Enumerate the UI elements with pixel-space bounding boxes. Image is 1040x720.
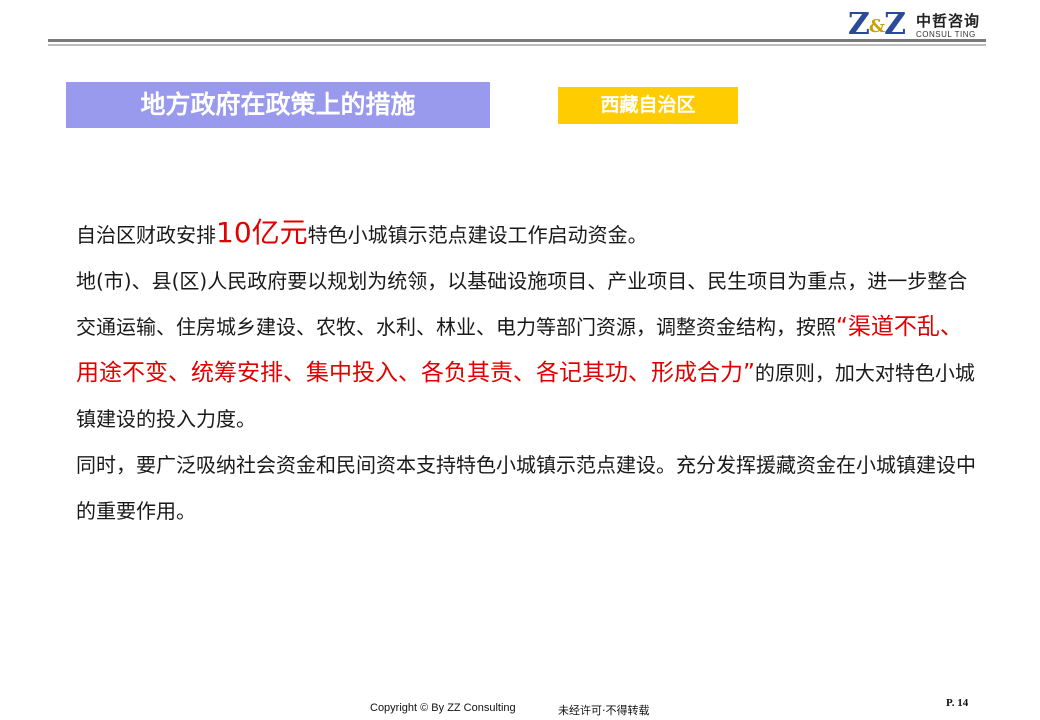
text: 地(市)、县(区)人民政府要以规划为统领，以基础设施项目、产业项目、民生项目为重… <box>76 269 968 339</box>
region-badge: 西藏自治区 <box>558 87 738 124</box>
slide-title: 地方政府在政策上的措施 <box>66 82 490 128</box>
text: 自治区财政安排 <box>76 223 216 247</box>
header-divider-dark <box>48 39 986 42</box>
logo-english-name: CONSUL TING <box>916 30 976 39</box>
funding-amount: 10亿元 <box>216 216 308 249</box>
footer-notice: 未经许可·不得转载 <box>558 704 650 717</box>
header-divider-light <box>48 44 986 46</box>
footer-copyright: Copyright © By ZZ Consulting <box>370 702 516 714</box>
page-number: P. 14 <box>946 697 969 709</box>
paragraph-social-capital: 同时，要广泛吸纳社会资金和民间资本支持特色小城镇示范点建设。充分发挥援藏资金在小… <box>76 453 976 523</box>
logo-chinese-name: 中哲咨询 <box>916 12 981 30</box>
paragraph-funding: 自治区财政安排10亿元特色小城镇示范点建设工作启动资金。 <box>76 210 976 258</box>
body-content: 自治区财政安排10亿元特色小城镇示范点建设工作启动资金。 地(市)、县(区)人民… <box>76 210 976 534</box>
text: 特色小城镇示范点建设工作启动资金。 <box>307 223 648 247</box>
paragraph-principles: 地(市)、县(区)人民政府要以规划为统领，以基础设施项目、产业项目、民生项目为重… <box>76 258 976 442</box>
